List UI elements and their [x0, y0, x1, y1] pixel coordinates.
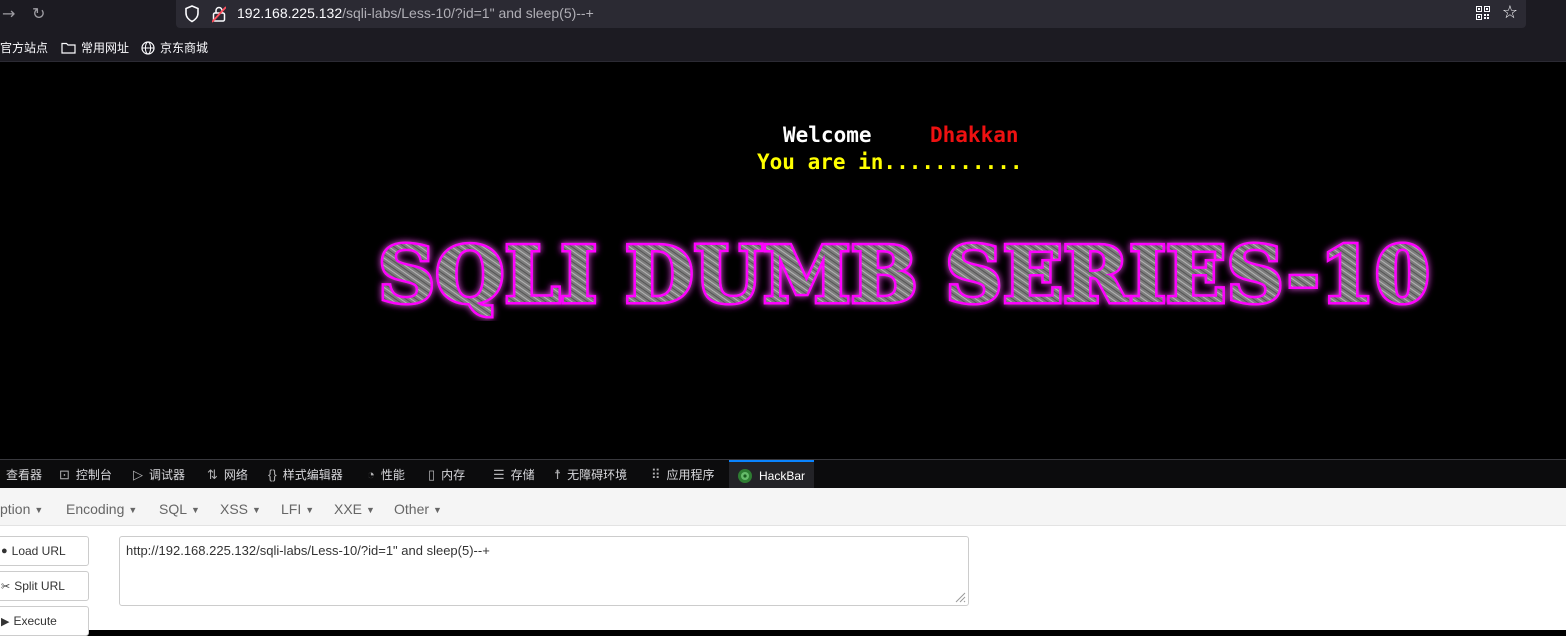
bookmark-item-0[interactable]: 官方站点 [0, 39, 48, 56]
devtools-tab-bar: 查看器 ⊡ 控制台 ▷ 调试器 ⇅ 网络 {} 样式编辑器 ◔ 性能 ▯ 内存 … [0, 459, 1566, 489]
tab-storage[interactable]: ☰ 存储 [493, 460, 535, 489]
reload-icon[interactable]: ↻ [32, 4, 45, 24]
tab-accessibility[interactable]: ☨ 无障碍环境 [554, 460, 627, 489]
tab-style-editor[interactable]: {} 样式编辑器 [268, 460, 343, 489]
caret-down-icon: ▼ [305, 505, 315, 515]
logo-text: SQLI DUMB SERIES-10 [378, 231, 1430, 321]
url-host: 192.168.225.132 [237, 5, 343, 21]
bookmark-label: 官方站点 [0, 41, 49, 55]
console-icon: ⊡ [59, 466, 70, 482]
tab-label: 存储 [510, 468, 535, 482]
tab-network[interactable]: ⇅ 网络 [207, 460, 248, 489]
memory-icon: ▯ [428, 466, 436, 482]
application-icon: ⠿ [651, 466, 661, 482]
tab-label: 性能 [380, 468, 405, 482]
login-status-text: You are in........... [757, 150, 1023, 174]
caret-down-icon: ▼ [433, 505, 442, 515]
tab-inspector[interactable]: 查看器 [0, 460, 42, 489]
menu-label: SQL [159, 501, 188, 517]
hackbar-url-textarea[interactable]: http://192.168.225.132/sqli-labs/Less-10… [119, 536, 969, 606]
tab-label: 无障碍环境 [567, 468, 628, 482]
hackbar-panel: ption ▼ Encoding ▼ SQL ▼ XSS ▼ LFI ▼ XXE ▼ Oth… [0, 488, 1566, 636]
menu-xss[interactable]: XSS ▼ [220, 501, 261, 517]
page-content: Welcome Dhakkan You are in........... SQ… [0, 63, 1566, 459]
url-bar[interactable]: 192.168.225.132/sqli-labs/Less-10/?id=1"… [176, 0, 1526, 28]
tab-label: 网络 [223, 468, 248, 482]
accessibility-icon: ☨ [554, 466, 562, 482]
tab-memory[interactable]: ▯ 内存 [428, 460, 465, 489]
hackbar-menu: ption ▼ Encoding ▼ SQL ▼ XSS ▼ LFI ▼ XXE ▼ Oth… [0, 488, 1566, 526]
tab-label: 调试器 [149, 468, 186, 482]
style-editor-icon: {} [268, 467, 277, 482]
menu-label: XXE [334, 501, 363, 517]
load-icon: ● [1, 545, 8, 557]
caret-down-icon: ▼ [252, 505, 261, 515]
bookmark-item-2[interactable]: 京东商城 [141, 39, 208, 56]
globe-icon [141, 40, 155, 55]
caret-down-icon: ▼ [128, 505, 138, 515]
tab-label: HackBar [759, 468, 806, 483]
menu-label: LFI [281, 501, 302, 517]
storage-icon: ☰ [493, 466, 505, 482]
menu-lfi[interactable]: LFI ▼ [281, 501, 314, 517]
bookmarks-bar: 官方站点 常用网址 京东商城 [0, 30, 1566, 62]
tab-label: 内存 [441, 468, 466, 482]
button-label: Split URL [14, 579, 65, 593]
url-path: /sqli-labs/Less-10/?id=1" and sleep(5)--… [342, 5, 594, 21]
execute-button[interactable]: ▶ Execute [0, 606, 89, 636]
forward-icon[interactable]: → [2, 4, 15, 24]
menu-encryption[interactable]: ption ▼ [0, 501, 43, 517]
menu-sql[interactable]: SQL ▼ [159, 501, 200, 517]
tab-debugger[interactable]: ▷ 调试器 [133, 460, 185, 489]
folder-icon [61, 42, 76, 54]
tab-performance[interactable]: ◔ 性能 [367, 460, 405, 489]
welcome-label: Welcome [783, 123, 872, 147]
sqli-dumb-series-logo: SQLI DUMB SERIES-10 [376, 231, 1433, 321]
split-icon: ✂ [1, 580, 11, 593]
shield-icon[interactable] [184, 5, 200, 23]
tab-label: 控制台 [75, 468, 112, 482]
tab-label: 样式编辑器 [282, 468, 343, 482]
tab-console[interactable]: ⊡ 控制台 [59, 460, 112, 489]
button-label: Execute [13, 614, 57, 628]
menu-other[interactable]: Other ▼ [394, 501, 442, 517]
caret-down-icon: ▼ [366, 505, 375, 515]
menu-label: Encoding [66, 501, 125, 517]
load-url-button[interactable]: ● Load URL [0, 536, 89, 566]
performance-icon: ◔ [367, 467, 375, 482]
debugger-icon: ▷ [133, 466, 143, 482]
qr-code-icon[interactable] [1476, 6, 1490, 20]
play-icon: ▶ [1, 615, 10, 628]
tab-label: 应用程序 [666, 468, 715, 482]
browser-toolbar: → ↻ 192.168.225.132/sqli-labs/Less-10/?i… [0, 0, 1566, 30]
caret-down-icon: ▼ [191, 505, 200, 515]
welcome-username: Dhakkan [930, 123, 1019, 147]
menu-label: XSS [220, 501, 249, 517]
tab-application[interactable]: ⠿ 应用程序 [651, 460, 715, 489]
bookmark-star-icon[interactable]: ☆ [1502, 3, 1518, 23]
hackbar-icon [738, 468, 752, 483]
menu-label: Other [394, 501, 430, 517]
bookmark-label: 常用网址 [81, 41, 130, 55]
menu-encoding[interactable]: Encoding ▼ [66, 501, 137, 517]
menu-label: ption [0, 501, 31, 517]
split-url-button[interactable]: ✂ Split URL [0, 571, 89, 601]
bookmark-item-1[interactable]: 常用网址 [61, 39, 129, 56]
insecure-lock-icon[interactable] [212, 5, 226, 23]
tab-label: 查看器 [6, 468, 43, 482]
resize-handle-icon[interactable] [954, 591, 966, 603]
url-text[interactable]: 192.168.225.132/sqli-labs/Less-10/?id=1"… [237, 5, 594, 21]
url-textarea-value: http://192.168.225.132/sqli-labs/Less-10… [126, 543, 490, 558]
bookmark-label: 京东商城 [160, 41, 209, 55]
button-label: Load URL [11, 544, 66, 558]
caret-down-icon: ▼ [34, 505, 44, 515]
menu-xxe[interactable]: XXE ▼ [334, 501, 375, 517]
tab-hackbar[interactable]: HackBar [729, 460, 814, 489]
network-icon: ⇅ [207, 466, 218, 482]
